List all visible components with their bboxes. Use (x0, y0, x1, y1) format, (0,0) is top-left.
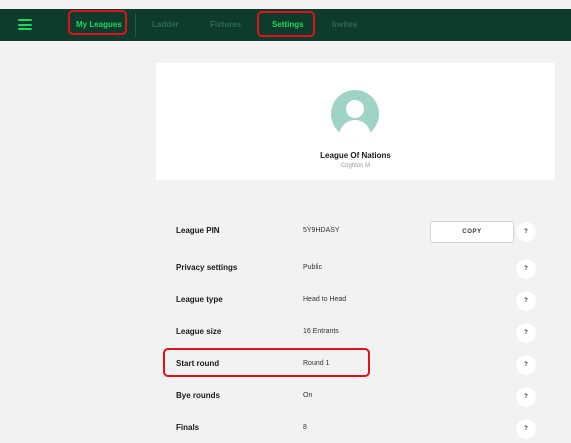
help-button[interactable]: ? (516, 419, 536, 439)
setting-label: Finals (176, 423, 200, 432)
user-silhouette-icon (339, 100, 371, 138)
setting-value: 8 (303, 424, 307, 431)
help-button[interactable]: ? (516, 222, 536, 242)
help-button[interactable]: ? (516, 387, 536, 407)
copy-button[interactable]: COPY (430, 221, 514, 243)
nav-tab-settings[interactable]: Settings (272, 9, 304, 41)
setting-label: Privacy settings (176, 263, 238, 272)
setting-value: Public (303, 264, 323, 271)
league-pin-value: 5Y9HDASY (303, 227, 340, 234)
setting-row-privacy: Privacy settings Public ? (156, 258, 555, 280)
league-profile-card: League Of Nations Crighton M (156, 63, 555, 180)
help-button[interactable]: ? (516, 259, 536, 279)
help-button[interactable]: ? (516, 355, 536, 375)
help-button[interactable]: ? (516, 291, 536, 311)
league-name: League Of Nations (320, 151, 391, 160)
setting-label: Bye rounds (176, 391, 221, 400)
setting-value: 16 Entrants (303, 328, 339, 335)
setting-row-league-size: League size 16 Entrants ? (156, 322, 555, 344)
nav-tab-ladder[interactable]: Ladder (152, 9, 179, 41)
top-navbar: My Leagues Ladder Fixtures Settings Invi… (0, 9, 571, 41)
setting-label: League size (176, 327, 222, 336)
setting-label: League PIN (176, 226, 220, 235)
setting-row-bye-rounds: Bye rounds On ? (156, 386, 555, 408)
avatar (331, 90, 379, 138)
league-owner: Crighton M (340, 163, 371, 169)
setting-row-finals: Finals 8 ? (156, 418, 555, 440)
setting-value: On (303, 392, 313, 399)
help-button[interactable]: ? (516, 323, 536, 343)
setting-label: Start round (176, 359, 220, 368)
setting-row-start-round: Start round Round 1 ? (156, 354, 555, 376)
nav-divider (135, 13, 136, 37)
setting-value: Head to Head (303, 296, 347, 303)
nav-tab-fixtures[interactable]: Fixtures (210, 9, 241, 41)
setting-label: League type (176, 295, 223, 304)
setting-value: Round 1 (303, 360, 330, 367)
nav-tab-my-leagues[interactable]: My Leagues (76, 9, 122, 41)
menu-icon[interactable] (18, 19, 32, 30)
nav-tab-invites[interactable]: Invites (332, 9, 357, 41)
setting-row-league-type: League type Head to Head ? (156, 290, 555, 312)
setting-row-league-pin: League PIN 5Y9HDASY COPY ? (156, 221, 555, 243)
